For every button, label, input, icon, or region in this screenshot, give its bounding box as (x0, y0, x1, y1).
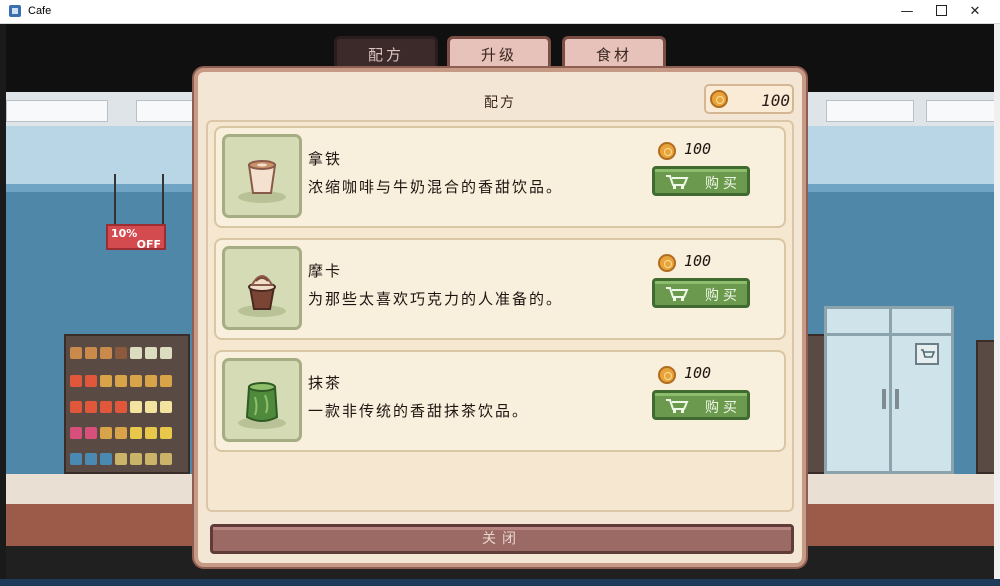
recipe-price: 100 (684, 140, 712, 158)
maximize-icon (935, 5, 947, 16)
window-title-bar: Cafe — ✕ (0, 0, 1000, 24)
recipe-icon-frame (222, 358, 302, 442)
recipe-icon-frame (222, 134, 302, 218)
shop-door (824, 306, 954, 474)
ceiling-light (136, 100, 194, 122)
cart-icon (666, 287, 689, 301)
matcha-jar-icon (238, 382, 286, 429)
recipe-icon-frame (222, 246, 302, 330)
coin-icon (710, 90, 728, 108)
mocha-cup-icon (238, 275, 286, 317)
ceiling-light (6, 100, 108, 122)
sale-sign: 10% OFF (106, 224, 166, 250)
sign-wire (162, 174, 164, 226)
cart-icon (666, 175, 689, 189)
ceiling-light (826, 100, 914, 122)
buy-mocha-button[interactable]: 购买 (652, 278, 750, 308)
minimize-button[interactable]: — (890, 0, 924, 24)
recipe-description: 浓缩咖啡与牛奶混合的香甜饮品。 (308, 178, 564, 196)
desktop-edge (994, 24, 1000, 586)
recipe-item-matcha: 抹茶 一款非传统的香甜抹茶饮品。 100 购买 (214, 350, 786, 452)
recipe-name: 摩卡 (308, 262, 343, 280)
buy-label: 购买 (705, 288, 741, 304)
close-panel-button[interactable]: 关闭 (210, 524, 794, 554)
door-cart-sign-icon (915, 343, 939, 365)
recipe-description: 为那些太喜欢巧克力的人准备的。 (308, 290, 564, 308)
recipe-description: 一款非传统的香甜抹茶饮品。 (308, 402, 530, 420)
coin-icon (658, 254, 676, 272)
app-icon (9, 5, 21, 17)
cart-icon (666, 399, 689, 413)
recipe-list: 拿铁 浓缩咖啡与牛奶混合的香甜饮品。 100 购买 摩卡 为那些太喜欢巧克力的人… (206, 120, 794, 512)
recipe-item-latte: 拿铁 浓缩咖啡与牛奶混合的香甜饮品。 100 购买 (214, 126, 786, 228)
sign-wire (114, 174, 116, 226)
recipe-price: 100 (684, 252, 712, 270)
buy-label: 购买 (705, 400, 741, 416)
coin-icon (658, 366, 676, 384)
recipe-price: 100 (684, 364, 712, 382)
coin-balance-value: 100 (761, 91, 790, 110)
buy-label: 购买 (705, 176, 741, 192)
buy-latte-button[interactable]: 购买 (652, 166, 750, 196)
sale-sign-off: OFF (136, 238, 161, 251)
recipe-name: 拿铁 (308, 150, 343, 168)
latte-cup-icon (238, 160, 286, 203)
store-shelf (64, 334, 190, 474)
taskbar (0, 579, 1000, 586)
recipe-panel: 配方 100 拿铁 浓缩咖啡与牛奶混合的香甜饮品。 100 购买 摩卡 为那些太… (194, 68, 806, 567)
buy-matcha-button[interactable]: 购买 (652, 390, 750, 420)
maximize-button[interactable] (924, 0, 958, 24)
recipe-item-mocha: 摩卡 为那些太喜欢巧克力的人准备的。 100 购买 (214, 238, 786, 340)
window-title: Cafe (28, 5, 52, 17)
coin-icon (658, 142, 676, 160)
close-window-button[interactable]: ✕ (958, 0, 992, 24)
recipe-name: 抹茶 (308, 374, 343, 392)
coin-balance: 100 (704, 84, 794, 114)
store-shelf (976, 340, 994, 474)
ceiling-light (926, 100, 994, 122)
